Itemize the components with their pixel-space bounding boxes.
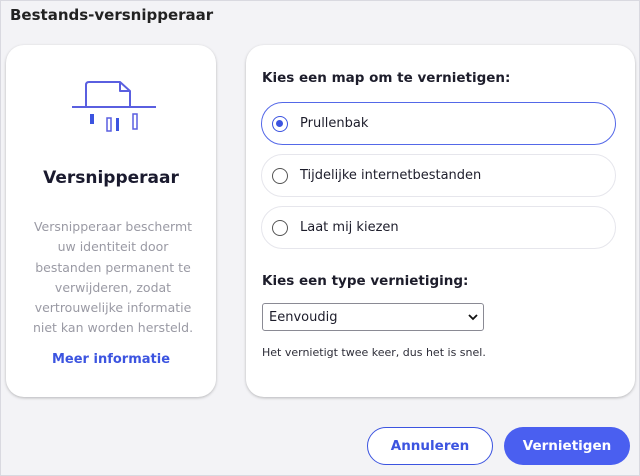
shred-type-value: Eenvoudig [269,309,338,325]
option-label: Prullenbak [300,116,369,131]
shred-type-select[interactable]: Eenvoudig [262,303,484,331]
cancel-button[interactable]: Annuleren [367,427,493,465]
shredder-icon [72,81,156,132]
option-label: Tijdelijke internetbestanden [300,168,482,183]
type-section-label: Kies een type vernietiging: [262,273,469,289]
shred-type-hint: Het vernietigt twee keer, dus het is sne… [262,346,486,359]
info-card: Versnipperaar Versnipperaar beschermt uw… [6,45,216,397]
info-card-title: Versnipperaar [43,168,179,188]
radio-temp-internet-files[interactable] [272,167,288,184]
option-temp-internet-files[interactable]: Tijdelijke internetbestanden [261,154,616,197]
radio-let-me-choose[interactable] [272,219,288,236]
radio-recycle-bin[interactable] [272,115,288,132]
option-let-me-choose[interactable]: Laat mij kiezen [261,206,616,249]
window-title: Bestands-versnipperaar [10,6,214,24]
info-card-description: Versnipperaar beschermt uw identiteit do… [32,219,194,336]
option-label: Laat mij kiezen [300,220,399,235]
folder-section-label: Kies een map om te vernietigen: [262,70,511,86]
option-recycle-bin[interactable]: Prullenbak [261,102,616,145]
settings-card: Kies een map om te vernietigen: Prullenb… [246,45,635,397]
chevron-down-icon [463,303,483,331]
shred-button[interactable]: Vernietigen [504,427,630,465]
more-info-link[interactable]: Meer informatie [6,352,216,367]
